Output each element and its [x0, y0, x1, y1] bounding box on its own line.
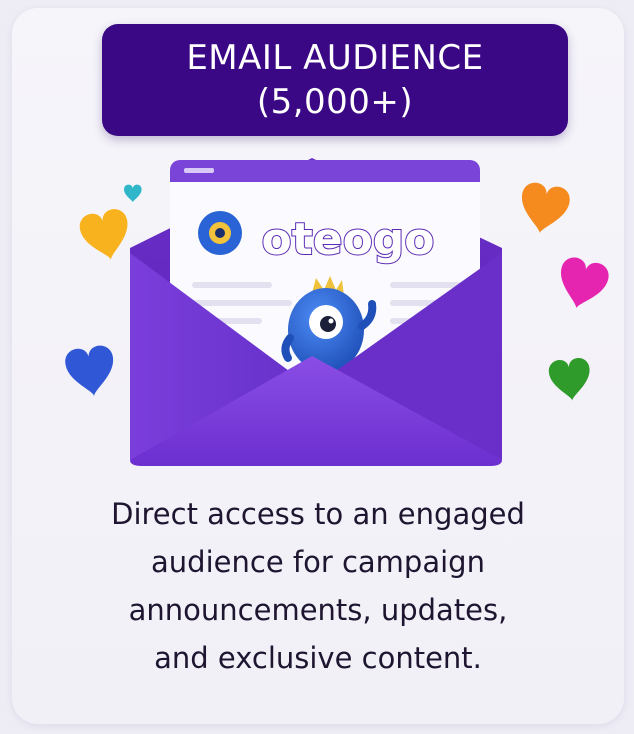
cyan-heart-icon: [124, 184, 142, 203]
brand-wordmark: oteogo: [261, 214, 434, 265]
orange-heart-icon: [522, 182, 570, 234]
envelope-illustration: oteogo: [65, 158, 609, 466]
description-line: and exclusive content.: [154, 641, 482, 675]
yellow-heart-icon: [79, 209, 128, 261]
description-line: audience for campaign: [151, 545, 485, 579]
description-line: Direct access to an engaged: [111, 497, 525, 531]
pink-heart-icon: [561, 257, 609, 309]
green-heart-icon: [548, 357, 590, 401]
brand-logo-icon: [198, 211, 242, 255]
blue-heart-icon: [65, 345, 113, 397]
email-audience-card: EMAIL AUDIENCE (5,000+) oteogo Direct ac…: [12, 8, 624, 724]
description-line: announcements, updates,: [128, 593, 508, 627]
card-description: Direct access to an engaged audience for…: [52, 490, 584, 682]
open-envelope-icon: oteogo: [130, 158, 502, 466]
